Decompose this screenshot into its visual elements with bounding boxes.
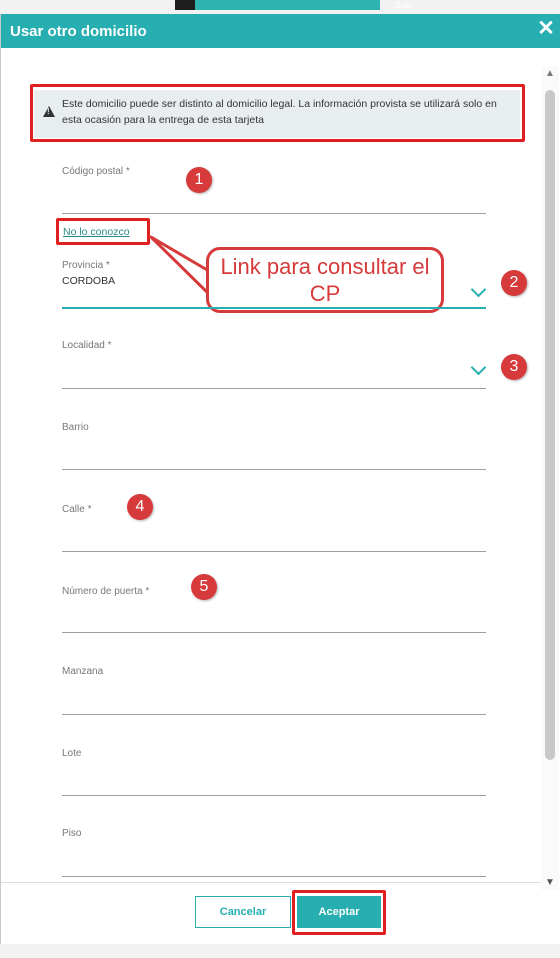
lot-underline [62, 795, 486, 796]
floor-underline [62, 876, 486, 877]
province-value[interactable]: CORDOBA [62, 275, 486, 287]
locality-label: Localidad * [62, 340, 112, 351]
background-dark-block [175, 0, 195, 10]
annotation-badge-4: 4 [127, 494, 153, 520]
province-select[interactable]: Provincia * CORDOBA [62, 260, 487, 310]
locality-select[interactable]: Localidad * [62, 340, 487, 390]
annotation-box-accept [292, 890, 386, 935]
neighborhood-label: Barrio [62, 422, 89, 433]
block-underline [62, 714, 486, 715]
door-number-label: Número de puerta * [62, 586, 150, 597]
lot-label: Lote [62, 748, 82, 759]
province-underline [62, 307, 486, 309]
street-underline [62, 551, 486, 552]
door-number-underline [62, 632, 486, 633]
callout-pointer [149, 235, 216, 301]
neighborhood-field[interactable]: Barrio [62, 422, 486, 472]
door-number-field[interactable]: Número de puerta * [62, 586, 486, 636]
neighborhood-underline [62, 469, 486, 470]
background-teal-block: Sub [195, 0, 411, 10]
floor-label: Piso [62, 828, 82, 839]
annotation-badge-3: 3 [501, 354, 527, 380]
annotation-badge-5: 5 [191, 574, 217, 600]
locality-underline [62, 388, 486, 389]
background-text: Sub [395, 0, 412, 10]
floor-field[interactable]: Piso [62, 828, 486, 878]
footer-divider [1, 882, 541, 883]
annotation-badge-2: 2 [501, 270, 527, 296]
chevron-down-icon[interactable] [470, 359, 487, 376]
cancel-button[interactable]: Cancelar [195, 896, 291, 928]
lot-field[interactable]: Lote [62, 748, 486, 798]
background-topbar: Sub [0, 0, 560, 14]
block-field[interactable]: Manzana [62, 666, 486, 716]
province-label: Provincia * [62, 260, 110, 271]
street-label: Calle * [62, 504, 92, 515]
address-dialog: Usar otro domicilio ✕ ▲ ▼ Este domicilio… [0, 14, 560, 944]
annotation-badge-1: 1 [186, 167, 212, 193]
street-field[interactable]: Calle * [62, 504, 486, 554]
block-label: Manzana [62, 666, 104, 677]
